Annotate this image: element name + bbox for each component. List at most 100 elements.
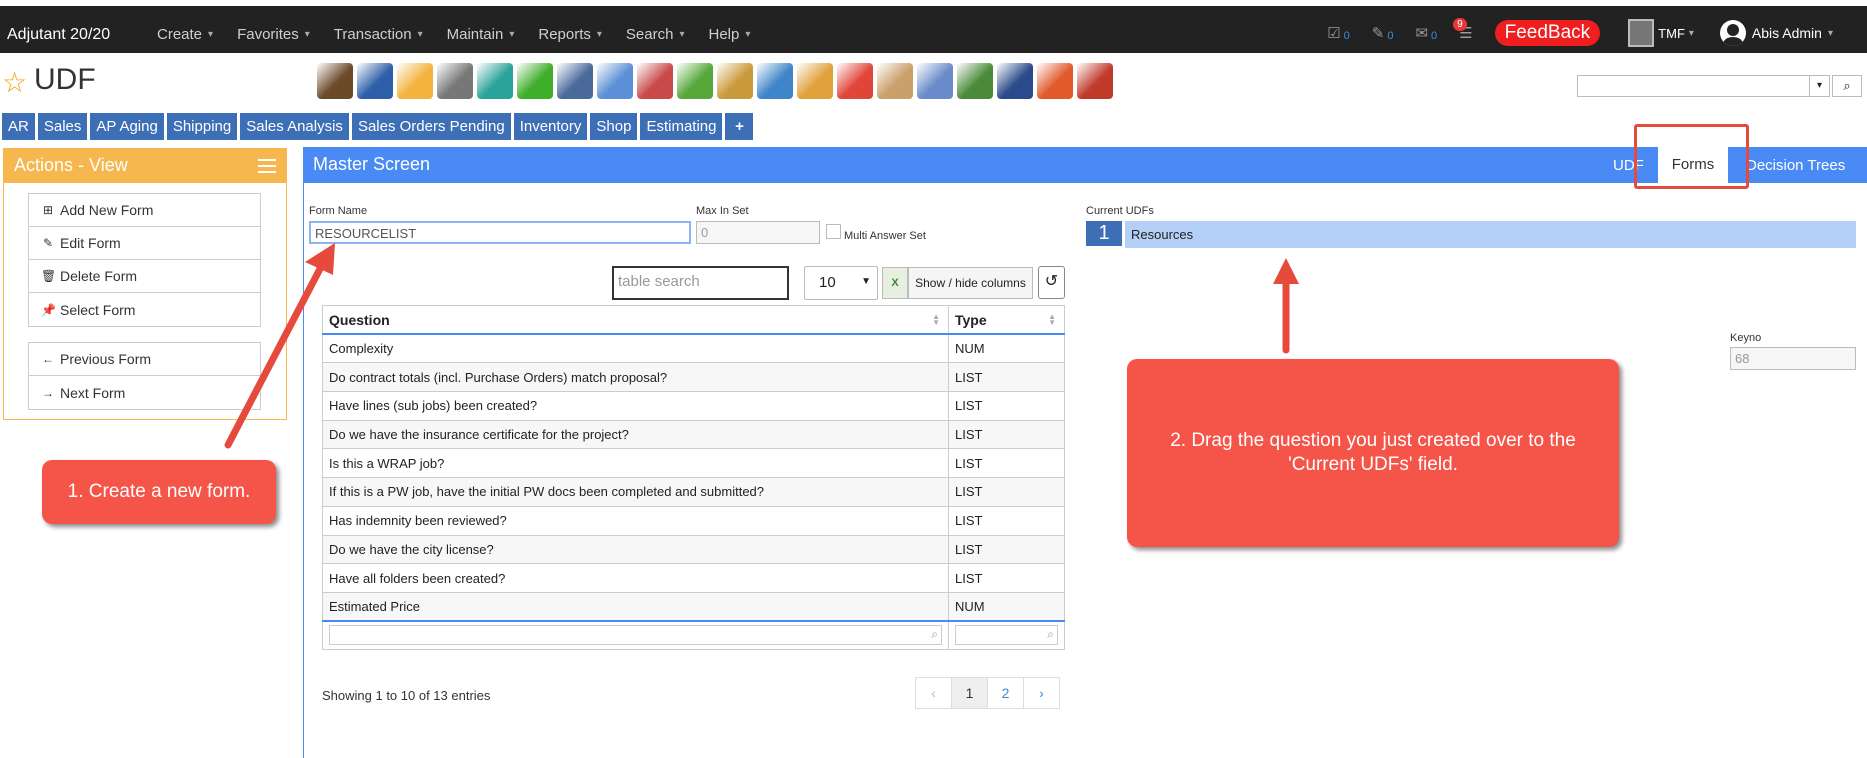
tasks-button[interactable]: ☑ 0 <box>1327 24 1350 42</box>
table-info: Showing 1 to 10 of 13 entries <box>322 688 491 703</box>
clock-icon[interactable] <box>477 63 513 99</box>
pin-icon: 📌 <box>41 302 56 317</box>
add-new-form-button[interactable]: ⊞ Add New Form <box>29 194 260 227</box>
page-2-button[interactable]: 2 <box>987 677 1024 709</box>
quick-link-sales[interactable]: Sales <box>37 113 88 140</box>
select-form-button[interactable]: 📌 Select Form <box>29 293 260 326</box>
monitor-icon[interactable] <box>637 63 673 99</box>
column-filter-row: ⌕ ⌕ <box>322 620 1065 650</box>
chevron-down-icon[interactable]: ▾ <box>1810 75 1830 97</box>
table-row[interactable]: Complexity NUM <box>322 333 1065 364</box>
table-row[interactable]: Have all folders been created? LIST <box>322 563 1065 593</box>
pagination: ‹ 1 2 › <box>915 677 1060 709</box>
keyno-input[interactable]: 68 <box>1730 347 1856 370</box>
actions-panel: Actions - View ⊞ Add New Form ✎ Edit Form … <box>3 148 287 420</box>
menu-transaction[interactable]: Transaction ▾ <box>334 26 423 43</box>
sync-icon[interactable] <box>1037 63 1073 99</box>
pencil-paper-icon[interactable] <box>917 63 953 99</box>
column-header-question[interactable]: Question ▲ ▼ <box>322 305 949 336</box>
checkmark-icon[interactable] <box>517 63 553 99</box>
table-search-input[interactable]: table search <box>612 266 789 300</box>
udf-order-number: 1 <box>1086 221 1122 246</box>
box-in-icon[interactable] <box>717 63 753 99</box>
current-udf-item[interactable]: 1 Resources <box>1086 221 1856 248</box>
delete-form-button[interactable]: 🗑 Delete Form <box>29 260 260 293</box>
page-1-button[interactable]: 1 <box>951 677 988 709</box>
table-row[interactable]: Is this a WRAP job? LIST <box>322 448 1065 479</box>
max-in-set-input[interactable]: 0 <box>696 221 820 244</box>
quick-link-shipping[interactable]: Shipping <box>166 113 238 140</box>
multi-answer-checkbox[interactable] <box>826 224 841 239</box>
alerts-badge: 9 <box>1453 18 1467 31</box>
panel-border <box>303 183 304 758</box>
tab-decision-trees[interactable]: Decision Trees <box>1746 157 1845 174</box>
search-button[interactable]: ⌕ <box>1832 75 1862 97</box>
speech-dollar-icon[interactable] <box>837 63 873 99</box>
table-row[interactable]: Do we have the insurance certificate for… <box>322 419 1065 450</box>
global-search-input[interactable] <box>1577 75 1810 97</box>
notes-button[interactable]: ✎ 0 <box>1372 24 1394 42</box>
quick-link-sales-analysis[interactable]: Sales Analysis <box>240 113 349 140</box>
keyno-label: Keyno <box>1730 332 1762 344</box>
menu-favorites[interactable]: Favorites ▾ <box>237 26 310 43</box>
bricks-icon[interactable] <box>1077 63 1113 99</box>
next-page-button[interactable]: › <box>1023 677 1060 709</box>
table-row[interactable]: Do contract totals (incl. Purchase Order… <box>322 362 1065 393</box>
quick-link-inventory[interactable]: Inventory <box>513 113 588 140</box>
bank-icon[interactable] <box>317 63 353 99</box>
table-row[interactable]: If this is a PW job, have the initial PW… <box>322 477 1065 507</box>
menu-search[interactable]: Search ▾ <box>626 26 685 43</box>
type-cell: LIST <box>948 505 1065 536</box>
column-header-type[interactable]: Type ▲ ▼ <box>948 305 1065 336</box>
brand-name[interactable]: Adjutant 20/20 <box>7 26 110 44</box>
company-switcher[interactable]: TMF ▾ <box>1628 19 1694 47</box>
table-row[interactable]: Has indemnity been reviewed? LIST <box>322 505 1065 536</box>
magnifier-icon[interactable] <box>597 63 633 99</box>
hand-coins-icon[interactable] <box>797 63 833 99</box>
form-name-input[interactable]: RESOURCELIST <box>309 221 691 244</box>
box-out-icon[interactable] <box>757 63 793 99</box>
question-cell: Do we have the insurance certificate for… <box>322 419 949 450</box>
quick-link-ar[interactable]: AR <box>2 113 35 140</box>
quick-link-estimating[interactable]: Estimating <box>640 113 723 140</box>
menu-maintain[interactable]: Maintain ▾ <box>447 26 515 43</box>
weather-icon[interactable] <box>397 63 433 99</box>
favorite-star-icon[interactable]: ☆ <box>2 66 27 99</box>
add-quick-link-button[interactable]: + <box>725 113 754 140</box>
type-cell: LIST <box>948 534 1065 565</box>
table-row[interactable]: Do we have the city license? LIST <box>322 534 1065 565</box>
menu-label: Reports <box>538 26 591 43</box>
globe-book-icon[interactable] <box>997 63 1033 99</box>
edit-form-button[interactable]: ✎ Edit Form <box>29 227 260 260</box>
page-length-select[interactable]: 10 ▼ <box>804 266 878 300</box>
quick-link-ap-aging[interactable]: AP Aging <box>90 113 164 140</box>
next-form-button[interactable]: → Next Form <box>29 376 260 409</box>
mail-button[interactable]: ✉ 0 <box>1415 24 1437 42</box>
clipboard-icon[interactable] <box>877 63 913 99</box>
hamburger-menu-icon[interactable] <box>258 159 276 173</box>
excel-export-icon[interactable]: X <box>882 267 908 299</box>
question-filter-input[interactable]: ⌕ <box>329 625 942 646</box>
menu-reports[interactable]: Reports ▾ <box>538 26 602 43</box>
keyboard-icon[interactable] <box>557 63 593 99</box>
person-icon[interactable] <box>357 63 393 99</box>
show-hide-columns-button[interactable]: Show / hide columns <box>908 267 1033 299</box>
menu-create[interactable]: Create ▾ <box>157 26 213 43</box>
table-row[interactable]: Estimated Price NUM <box>322 591 1065 622</box>
feedback-button[interactable]: FeedBack <box>1494 20 1601 46</box>
money-icon[interactable] <box>957 63 993 99</box>
previous-page-button[interactable]: ‹ <box>915 677 952 709</box>
type-filter-input[interactable]: ⌕ <box>955 625 1058 646</box>
previous-form-button[interactable]: ← Previous Form <box>29 343 260 376</box>
quick-link-sales-orders-pending[interactable]: Sales Orders Pending <box>351 113 511 140</box>
quick-link-shop[interactable]: Shop <box>590 113 638 140</box>
master-screen-title: Master Screen <box>313 154 431 174</box>
alerts-button[interactable]: 9 ☰ <box>1453 18 1473 42</box>
arrow-to-current-udfs <box>1273 258 1299 354</box>
calendar-16-icon[interactable] <box>437 63 473 99</box>
basket-icon[interactable] <box>677 63 713 99</box>
user-menu[interactable]: Abis Admin ▾ <box>1719 20 1833 46</box>
table-row[interactable]: Have lines (sub jobs) been created? LIST <box>322 391 1065 421</box>
menu-help[interactable]: Help ▾ <box>708 26 750 43</box>
reset-icon[interactable]: ↺ <box>1038 266 1065 299</box>
